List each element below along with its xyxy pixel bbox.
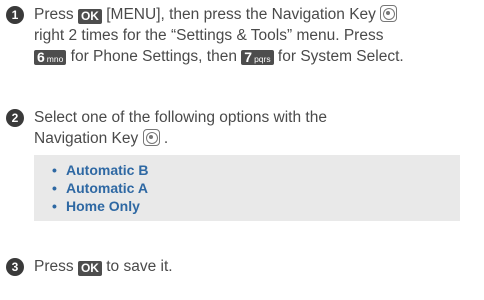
option-automatic-b: • Automatic B bbox=[52, 162, 149, 178]
step-number-3: 3 bbox=[6, 258, 24, 276]
step-1-line-3: 6 mno for Phone Settings, then 7 pqrs for … bbox=[34, 46, 404, 67]
key-7-pqrs-icon: 7 pqrs bbox=[241, 50, 274, 65]
step-3: 3 Press OK to save it. bbox=[6, 256, 173, 277]
step-1-line-2: right 2 times for the “Settings & Tools”… bbox=[34, 27, 384, 44]
ok-key-icon: OK bbox=[77, 261, 102, 276]
navigation-key-icon bbox=[142, 129, 160, 146]
step-number-1: 1 bbox=[6, 6, 24, 24]
navigation-key-icon bbox=[380, 5, 398, 22]
options-list: • Automatic B • Automatic A • Home Only bbox=[34, 155, 460, 215]
options-box: • Automatic B • Automatic A • Home Only bbox=[34, 155, 460, 221]
step-3-text: Press OK to save it. bbox=[34, 258, 173, 276]
option-home-only: • Home Only bbox=[52, 198, 140, 214]
option-automatic-a: • Automatic A bbox=[52, 180, 148, 196]
step-number-2: 2 bbox=[6, 109, 24, 127]
step-2: 2 Select one of the following options wi… bbox=[6, 107, 327, 149]
step-1-line-1: Press OK [MENU], then press the Navigati… bbox=[34, 4, 404, 25]
step-2-line-2: Navigation Key . bbox=[34, 129, 169, 147]
step-2-line-1: Select one of the following options with… bbox=[34, 109, 327, 126]
ok-key-icon: OK bbox=[77, 9, 102, 24]
step-1-text: Press OK [MENU], then press the Navigati… bbox=[34, 4, 404, 67]
step-2-text: Select one of the following options with… bbox=[34, 107, 327, 149]
key-6-mno-icon: 6 mno bbox=[34, 50, 67, 65]
step-1: 1 Press OK [MENU], then press the Naviga… bbox=[6, 4, 404, 67]
